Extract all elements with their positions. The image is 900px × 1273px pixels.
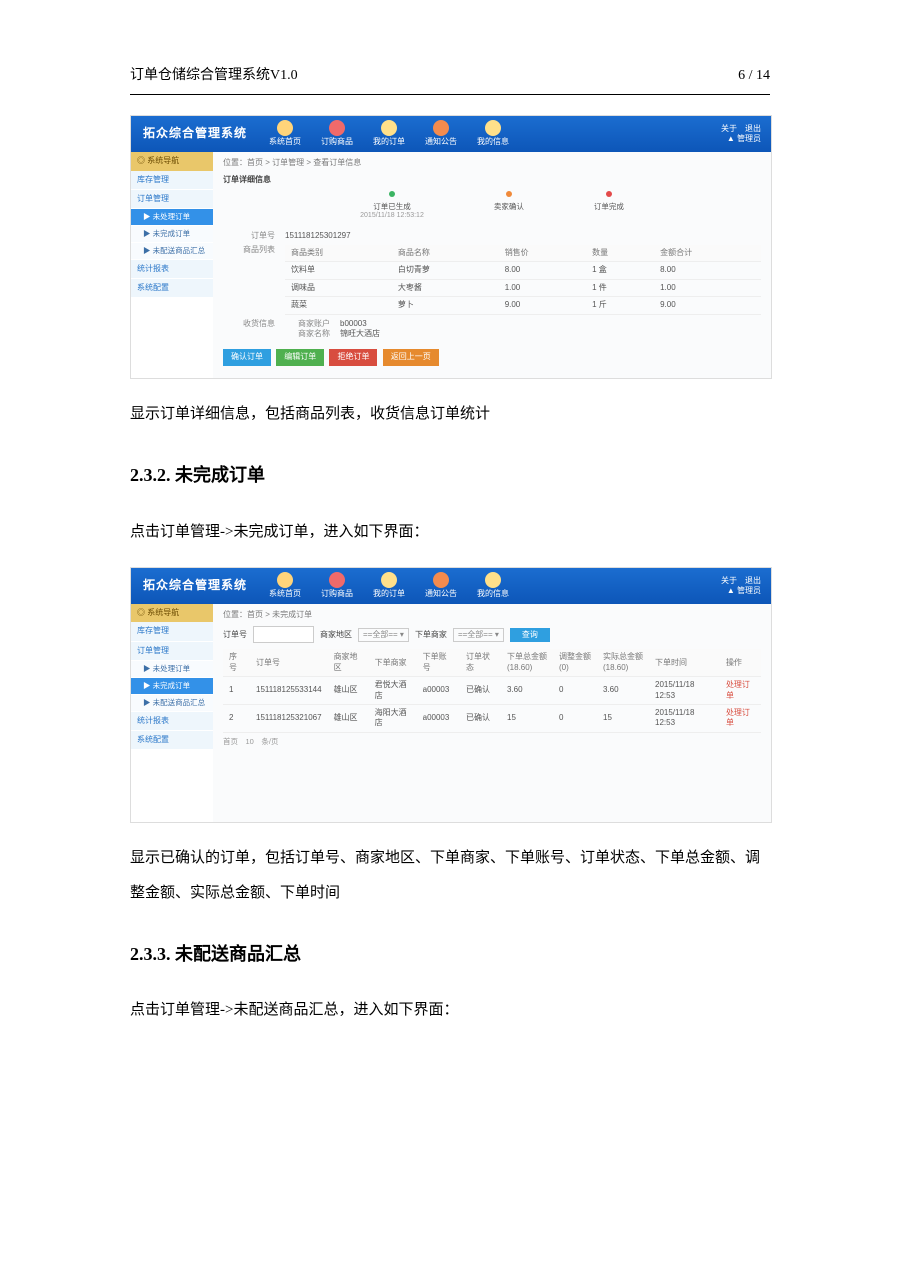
heading-232: 2.3.2. 未完成订单 — [130, 455, 770, 496]
screenshot-order-detail: 拓众综合管理系统 系统首页 订购商品 我的订单 通知公告 我的信息 关于 退出 … — [130, 115, 772, 379]
filter-bar: 订单号 商家地区 ==全部== ▾ 下单商家 ==全部== ▾ 查询 — [223, 626, 761, 643]
megaphone-icon — [433, 572, 449, 588]
query-button[interactable]: 查询 — [510, 628, 550, 642]
handle-order-link[interactable]: 处理订单 — [726, 708, 750, 727]
topbar: 拓众综合管理系统 系统首页 订购商品 我的订单 通知公告 我的信息 关于 退出 … — [131, 116, 771, 152]
paragraph: 点击订单管理->未完成订单，进入如下界面： — [130, 515, 770, 550]
doc-title: 订单仓储综合管理系统V1.0 — [130, 60, 298, 92]
megaphone-icon — [433, 120, 449, 136]
user-icon — [485, 572, 501, 588]
sidebar-item-reports[interactable]: 统计报表 — [131, 712, 213, 731]
sidebar-item-stock[interactable]: 库存管理 — [131, 622, 213, 641]
table-row: 2151118125321067雄山区海阳大酒店a00003已确认1501520… — [223, 705, 761, 733]
sidebar-item-orders[interactable]: 订单管理 — [131, 642, 213, 661]
table-row: 饮料单白切青萝8.001 盒8.00 — [285, 262, 761, 279]
label-orderno: 订单号 — [223, 630, 247, 640]
nav-home[interactable]: 系统首页 — [259, 120, 311, 147]
user-icon — [485, 120, 501, 136]
goods-table: 商品类别 商品名称 销售价 数量 金额合计 饮料单白切青萝8.001 盒8.00… — [285, 245, 761, 315]
nav-my-info[interactable]: 我的信息 — [467, 120, 519, 147]
paragraph: 显示已确认的订单，包括订单号、商家地区、下单商家、下单账号、订单状态、下单总金额… — [130, 841, 770, 910]
back-button[interactable]: 返回上一页 — [383, 349, 439, 365]
label-area: 商家地区 — [320, 630, 352, 640]
step-dot-confirm-icon — [506, 191, 512, 197]
reject-order-button[interactable]: 拒绝订单 — [329, 349, 377, 365]
sidebar-item-reports[interactable]: 统计报表 — [131, 260, 213, 279]
edit-order-button[interactable]: 编辑订单 — [276, 349, 324, 365]
app-logo: 拓众综合管理系统 — [131, 578, 259, 594]
cart-icon — [329, 572, 345, 588]
home-icon — [277, 572, 293, 588]
confirm-order-button[interactable]: 确认订单 — [223, 349, 271, 365]
table-row: 蔬菜萝卜9.001 斤9.00 — [285, 297, 761, 314]
breadcrumb: 位置：首页 > 订单管理 > 查看订单信息 — [223, 158, 761, 168]
paragraph: 点击订单管理->未配送商品汇总，进入如下界面： — [130, 993, 770, 1028]
app-logo: 拓众综合管理系统 — [131, 126, 259, 142]
nav-order-goods[interactable]: 订购商品 — [311, 120, 363, 147]
panel-title: 订单详细信息 — [223, 175, 761, 185]
cart-icon — [329, 120, 345, 136]
nav-order-goods[interactable]: 订购商品 — [311, 572, 363, 599]
sidebar-sub-pending[interactable]: ▶ 未处理订单 — [131, 661, 213, 678]
sidebar-sub-pending[interactable]: ▶ 未处理订单 — [131, 209, 213, 226]
label-goods: 商品列表 — [223, 245, 275, 315]
heading-233: 2.3.3. 未配送商品汇总 — [130, 934, 770, 975]
orders-table: 序号订单号商家地区下单商家下单账号订单状态 下单总金额 (18.60) 调整金额… — [223, 649, 761, 732]
sidebar-sub-unfinished[interactable]: ▶ 未完成订单 — [131, 226, 213, 243]
link-about-logout[interactable]: 关于 退出 — [721, 124, 761, 134]
sidebar: ◎ 系统导航 库存管理 订单管理 ▶ 未处理订单 ▶ 未完成订单 ▶ 未配送商品… — [131, 604, 213, 822]
sidebar-heading: ◎ 系统导航 — [131, 604, 213, 622]
handle-order-link[interactable]: 处理订单 — [726, 680, 750, 699]
shop-select[interactable]: ==全部== ▾ — [453, 628, 504, 642]
area-select[interactable]: ==全部== ▾ — [358, 628, 409, 642]
breadcrumb: 位置：首页 > 未完成订单 — [223, 610, 761, 620]
sidebar-item-stock[interactable]: 库存管理 — [131, 171, 213, 190]
nav-home[interactable]: 系统首页 — [259, 572, 311, 599]
sidebar-heading: ◎ 系统导航 — [131, 152, 213, 170]
table-header: 商品类别 商品名称 销售价 数量 金额合计 — [285, 245, 761, 262]
sidebar: ◎ 系统导航 库存管理 订单管理 ▶ 未处理订单 ▶ 未完成订单 ▶ 未配送商品… — [131, 152, 213, 378]
value-shop-name: 锦旺大酒店 — [340, 329, 380, 339]
table-header: 序号订单号商家地区下单商家下单账号订单状态 下单总金额 (18.60) 调整金额… — [223, 649, 761, 676]
sidebar-item-orders[interactable]: 订单管理 — [131, 190, 213, 209]
user-area: 关于 退出 ▲ 管理员 — [711, 124, 771, 145]
screenshot-unfinished-orders: 拓众综合管理系统 系统首页 订购商品 我的订单 通知公告 我的信息 关于 退出 … — [130, 567, 772, 823]
orderno-input[interactable] — [253, 626, 314, 643]
home-icon — [277, 120, 293, 136]
sidebar-sub-undelivered[interactable]: ▶ 未配送商品汇总 — [131, 243, 213, 260]
value-shop-account: b00003 — [340, 319, 367, 329]
value-orderno: 151118125301297 — [285, 231, 351, 241]
step-dot-created-icon — [389, 191, 395, 197]
nav-my-orders[interactable]: 我的订单 — [363, 572, 415, 599]
nav-notice[interactable]: 通知公告 — [415, 572, 467, 599]
table-row: 调味品大枣酱1.001 件1.00 — [285, 279, 761, 296]
sidebar-item-settings[interactable]: 系统配置 — [131, 731, 213, 750]
current-user[interactable]: ▲ 管理员 — [721, 134, 761, 144]
label-orderno: 订单号 — [223, 231, 275, 241]
doc-page: 6 / 14 — [738, 60, 770, 92]
label-shop: 下单商家 — [415, 630, 447, 640]
order-progress: 订单已生成2015/11/18 12:53:12 卖家确认 订单完成 — [223, 191, 761, 221]
paragraph: 显示订单详细信息，包括商品列表，收货信息订单统计 — [130, 397, 770, 432]
sidebar-sub-undelivered[interactable]: ▶ 未配送商品汇总 — [131, 695, 213, 712]
nav-notice[interactable]: 通知公告 — [415, 120, 467, 147]
table-row: 1151118125533144雄山区君悦大酒店a00003已确认3.6003.… — [223, 677, 761, 705]
step-dot-done-icon — [606, 191, 612, 197]
nav-my-orders[interactable]: 我的订单 — [363, 120, 415, 147]
topbar: 拓众综合管理系统 系统首页 订购商品 我的订单 通知公告 我的信息 关于 退出 … — [131, 568, 771, 604]
user-area: 关于 退出 ▲ 管理员 — [711, 576, 771, 597]
orders-icon — [381, 120, 397, 136]
orders-icon — [381, 572, 397, 588]
nav-my-info[interactable]: 我的信息 — [467, 572, 519, 599]
sidebar-sub-unfinished[interactable]: ▶ 未完成订单 — [131, 678, 213, 695]
sidebar-item-settings[interactable]: 系统配置 — [131, 279, 213, 298]
current-user[interactable]: ▲ 管理员 — [721, 586, 761, 596]
action-row: 确认订单 编辑订单 拒绝订单 返回上一页 — [223, 349, 761, 365]
label-receive: 收货信息 — [223, 319, 275, 340]
link-about-logout[interactable]: 关于 退出 — [721, 576, 761, 586]
pager[interactable]: 首页 10 条/页 — [223, 737, 761, 747]
